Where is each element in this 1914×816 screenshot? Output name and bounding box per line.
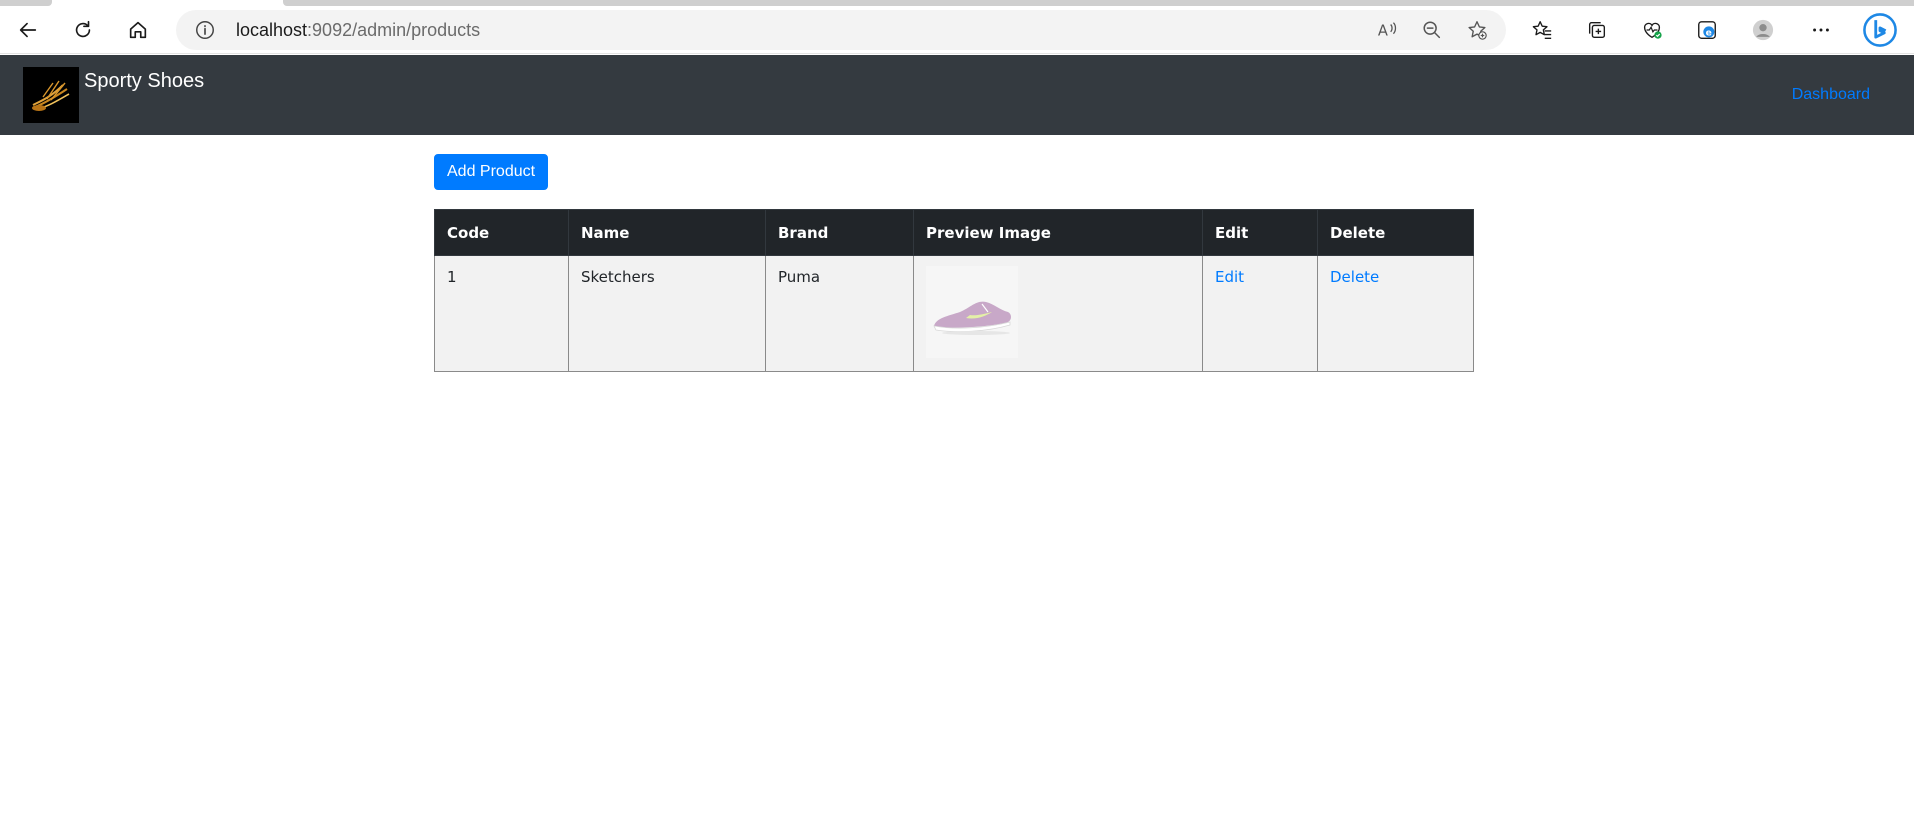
table-row: 1 Sketchers Puma Edit Delete (434, 255, 1474, 372)
bing-copilot-icon[interactable] (1858, 8, 1902, 52)
delete-link[interactable]: Delete (1330, 268, 1379, 286)
column-header-name: Name (568, 209, 766, 256)
favorites-icon[interactable] (1524, 12, 1560, 48)
browser-toolbar: localhost:9092/admin/products A e (0, 6, 1914, 54)
column-header-edit: Edit (1202, 209, 1318, 256)
column-header-code: Code (434, 209, 569, 256)
dashboard-link[interactable]: Dashboard (1792, 86, 1870, 104)
collections-icon[interactable] (1579, 12, 1615, 48)
edit-link[interactable]: Edit (1215, 268, 1244, 286)
column-header-delete: Delete (1317, 209, 1474, 256)
url-host: localhost (236, 20, 308, 40)
back-icon[interactable] (10, 12, 46, 48)
cell-code: 1 (434, 255, 569, 372)
brand-name[interactable]: Sporty Shoes (84, 70, 204, 93)
cell-name: Sketchers (568, 255, 766, 372)
svg-text:A: A (1378, 23, 1388, 40)
read-aloud-icon[interactable]: A (1376, 19, 1398, 41)
refresh-icon[interactable] (65, 12, 101, 48)
zoom-out-icon[interactable] (1421, 19, 1443, 41)
add-favorite-icon[interactable] (1466, 19, 1488, 41)
browser-essentials-icon[interactable] (1634, 12, 1670, 48)
edge-icon[interactable]: e (1689, 12, 1725, 48)
product-preview-image (926, 266, 1018, 358)
profile-avatar-icon[interactable] (1745, 12, 1781, 48)
address-bar[interactable]: localhost:9092/admin/products A (176, 10, 1506, 50)
home-icon[interactable] (120, 12, 156, 48)
cell-edit: Edit (1202, 255, 1318, 372)
app-navbar: Sporty Shoes Dashboard (0, 55, 1914, 135)
add-product-button[interactable]: Add Product (434, 154, 549, 190)
column-header-brand: Brand (765, 209, 914, 256)
products-table: Code Name Brand Preview Image Edit Delet… (434, 209, 1474, 372)
table-header-row: Code Name Brand Preview Image Edit Delet… (434, 209, 1474, 256)
brand-logo[interactable] (23, 67, 79, 123)
site-info-icon[interactable] (194, 19, 216, 41)
column-header-preview-image: Preview Image (913, 209, 1203, 256)
cell-preview-image (913, 255, 1203, 372)
url-text: localhost:9092/admin/products (236, 20, 480, 41)
more-options-icon[interactable] (1803, 12, 1839, 48)
url-path: :9092/admin/products (307, 20, 481, 40)
svg-text:e: e (1706, 28, 1712, 39)
cell-brand: Puma (765, 255, 914, 372)
cell-delete: Delete (1317, 255, 1474, 372)
